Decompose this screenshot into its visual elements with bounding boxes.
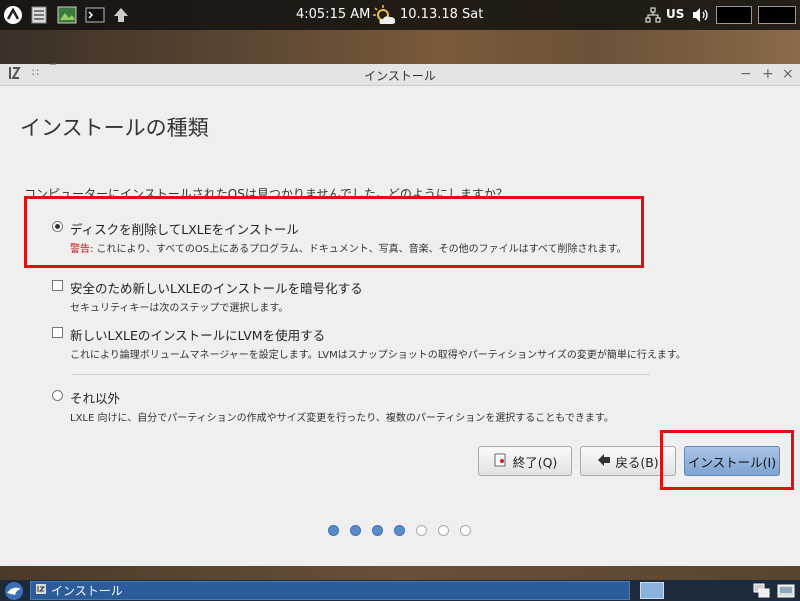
step-dot [460, 525, 471, 536]
install-question: コンピューターにインストールされたOSは見つかりませんでした。どのようにしますか… [24, 187, 508, 201]
workspace-switcher[interactable] [640, 582, 664, 599]
window-title: インストール [364, 69, 436, 83]
system-tray-widget[interactable] [716, 6, 752, 24]
file-manager-icon[interactable] [30, 5, 48, 25]
taskbar-item-label: インストール [51, 584, 123, 598]
taskbar: インストール [0, 580, 800, 601]
up-arrow-icon[interactable] [112, 5, 130, 25]
system-tray-widget-2[interactable] [758, 6, 796, 24]
quit-button[interactable]: 終了(Q) [478, 446, 572, 476]
quit-label: 終了(Q) [512, 454, 558, 470]
image-viewer-icon[interactable] [56, 5, 78, 25]
install-label: インストール(I) [687, 454, 777, 470]
close-icon[interactable]: × [782, 66, 794, 82]
lvm-desc: これにより論理ボリュームマネージャーを設定します。LVMはスナップショットの取得… [70, 350, 686, 361]
quit-icon [493, 452, 509, 471]
options-divider [72, 374, 650, 375]
network-icon[interactable] [644, 5, 662, 25]
erase-disk-label[interactable]: ディスクを削除してLXLEをインストール [70, 219, 299, 238]
step-dot [438, 525, 449, 536]
bird-launcher-icon[interactable] [2, 580, 26, 601]
page-title: インストールの種類 [20, 116, 209, 140]
minimize-icon[interactable]: − [740, 66, 752, 82]
back-label: 戻る(B) [615, 454, 659, 470]
step-dot [350, 525, 361, 536]
keyboard-layout[interactable]: US [666, 7, 684, 21]
lvm-label[interactable]: 新しいLXLEのインストールにLVMを使用する [70, 325, 325, 344]
encrypt-label[interactable]: 安全のため新しいLXLEのインストールを暗号化する [70, 278, 363, 297]
volume-icon[interactable] [690, 5, 712, 25]
taskbar-item-installer[interactable]: インストール [30, 581, 630, 600]
installer-task-icon [35, 583, 47, 598]
desktop-background-bottom [0, 566, 800, 580]
step-dot [394, 525, 405, 536]
something-else-desc: LXLE 向けに、自分でパーティションの作成やサイズ変更を行ったり、複数のパーテ… [70, 413, 614, 424]
maximize-icon[interactable]: + [762, 66, 774, 82]
warning-text: これにより、すべてのOS上にあるプログラム、ドキュメント、写真、音楽、その他のフ… [93, 244, 627, 255]
installer-window: ∷ ‾ インストール − + × インストールの種類 コンピューターにインストー… [0, 62, 800, 566]
windows-overview-icon[interactable] [752, 581, 772, 600]
terminal-icon[interactable] [84, 5, 106, 25]
top-panel: 4:05:15 AM 10.13.18 Sat US [0, 0, 800, 30]
encrypt-checkbox[interactable] [52, 280, 63, 291]
step-dot [328, 525, 339, 536]
lvm-checkbox[interactable] [52, 327, 63, 338]
back-arrow-icon [597, 453, 611, 470]
warning-prefix: 警告: [70, 244, 94, 255]
encrypt-desc: セキュリティキーは次のステップで選択します。 [70, 303, 289, 314]
window-titlebar[interactable]: ∷ ‾ インストール − + × [0, 62, 800, 86]
install-button[interactable]: インストール(I) [684, 446, 780, 476]
back-button[interactable]: 戻る(B) [580, 446, 676, 476]
something-else-label[interactable]: それ以外 [70, 388, 120, 407]
date[interactable]: 10.13.18 Sat [400, 7, 483, 22]
weather-partly-cloudy-icon[interactable] [372, 4, 398, 30]
step-dot [372, 525, 383, 536]
something-else-radio[interactable] [52, 390, 63, 401]
show-desktop-icon[interactable] [776, 581, 796, 600]
step-dot [416, 525, 427, 536]
clock[interactable]: 4:05:15 AM [296, 7, 370, 22]
erase-disk-radio[interactable] [52, 221, 63, 232]
erase-disk-desc: 警告: これにより、すべてのOS上にあるプログラム、ドキュメント、写真、音楽、そ… [70, 240, 626, 255]
lxle-menu-icon[interactable] [2, 5, 24, 25]
